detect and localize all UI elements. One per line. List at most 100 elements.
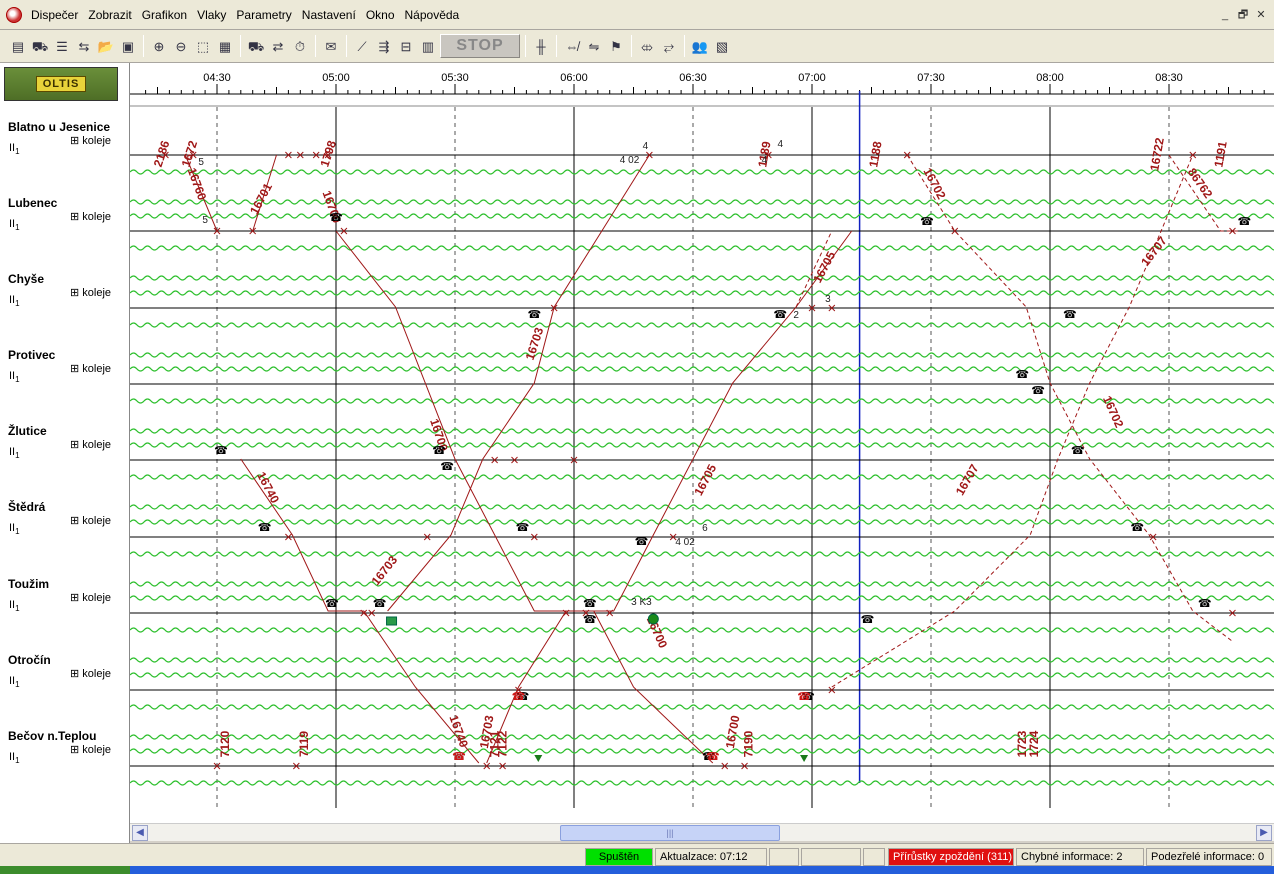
train-graph[interactable]: 04:30 05:00 05:30 06:00 06:30 07:00 07:30 08:00… <box>129 63 1274 823</box>
koleje-toggle[interactable]: ⊞ koleje <box>70 743 111 756</box>
koleje-toggle[interactable]: ⊞ koleje <box>70 210 111 223</box>
train-16702[interactable] <box>906 154 1233 642</box>
train-number-label[interactable]: 7120 <box>218 730 232 757</box>
phone-icon[interactable]: ☎ <box>325 597 339 610</box>
rail-icon[interactable]: ╫ <box>531 35 551 57</box>
train-icon[interactable] <box>386 616 398 626</box>
train-number-label[interactable]: 16702 <box>1100 394 1126 430</box>
menu-okno[interactable]: Okno <box>361 8 400 22</box>
app-icon[interactable] <box>6 6 22 23</box>
koleje-toggle[interactable]: ⊞ koleje <box>70 591 111 604</box>
train-16707[interactable] <box>831 154 1194 688</box>
train-16740[interactable] <box>240 458 480 764</box>
phone-icon[interactable]: ☎ <box>432 444 446 457</box>
locomotive-icon[interactable]: ⇆ <box>74 35 94 57</box>
koleje-toggle[interactable]: ⊞ koleje <box>70 667 111 680</box>
menu-zobrazit[interactable]: Zobrazit <box>83 8 136 22</box>
phone-icon[interactable]: ☎ <box>373 597 387 610</box>
train-number-label[interactable]: 16722 <box>1147 136 1167 172</box>
shift-icon[interactable]: ⤄ <box>637 35 657 57</box>
expand-icon[interactable]: ⊞ <box>70 363 79 375</box>
status-delays[interactable]: Přírůstky zpoždění (311) <box>888 848 1014 866</box>
train-16700[interactable] <box>335 230 714 764</box>
menu-napoveda[interactable]: Nápověda <box>400 8 465 22</box>
report-icon[interactable]: ▧ <box>712 35 732 57</box>
phone-icon[interactable]: ☎ <box>635 535 649 548</box>
train-number-label[interactable]: 1188 <box>866 140 884 168</box>
expand-icon[interactable]: ⊞ <box>70 135 79 147</box>
expand-icon[interactable]: ⊞ <box>70 744 79 756</box>
phone-icon[interactable]: ☎ <box>527 308 541 321</box>
phone-icon[interactable]: ☎ <box>861 613 875 626</box>
train-number-label[interactable]: 7190 <box>742 730 756 757</box>
koleje-label[interactable]: koleje <box>82 135 111 147</box>
train-graph-svg[interactable]: 04:30 05:00 05:30 06:00 06:30 07:00 07:30 08:00… <box>129 63 1274 823</box>
expand-icon[interactable]: ⊞ <box>70 515 79 527</box>
save-icon[interactable]: ▣ <box>118 35 138 57</box>
mail-icon[interactable]: ✉ <box>321 35 341 57</box>
sync-icon[interactable]: ⥂ <box>659 35 679 57</box>
train-number-label[interactable]: 16700 <box>723 714 743 750</box>
trains-conflict-icon[interactable]: ⇎ <box>562 35 582 57</box>
phone-icon[interactable]: ☎ <box>1063 308 1077 321</box>
train-number-label[interactable]: 16707 <box>953 462 982 498</box>
koleje-label[interactable]: koleje <box>82 744 111 756</box>
phone-icon[interactable]: ☎ <box>1238 215 1252 228</box>
scroll-right-button[interactable]: ▶ <box>1256 825 1272 841</box>
train-icon[interactable]: ⛟ <box>30 35 50 57</box>
alert-phone-icon[interactable]: ☎ <box>452 750 466 763</box>
phone-icon[interactable]: ☎ <box>1130 521 1144 534</box>
train-number-label[interactable]: 16740 <box>446 713 471 749</box>
menu-dispecer[interactable]: Dispečer <box>26 8 83 22</box>
timer-icon[interactable]: ⏱ <box>290 35 310 57</box>
train-number-label[interactable]: 16703 <box>523 325 547 361</box>
alert-phone-icon[interactable]: ☎ <box>706 750 720 763</box>
scroll-left-button[interactable]: ◀ <box>132 825 148 841</box>
koleje-label[interactable]: koleje <box>82 211 111 223</box>
train-status-dot[interactable] <box>647 613 659 625</box>
grid-icon[interactable]: ▦ <box>215 35 235 57</box>
train-route-icon[interactable]: ⇄ <box>268 35 288 57</box>
dispatcher-icon[interactable]: ▤ <box>8 35 28 57</box>
train-number-label[interactable]: 16707 <box>1138 234 1170 269</box>
train-number-label[interactable]: 86762 <box>1185 165 1216 201</box>
koleje-label[interactable]: koleje <box>82 439 111 451</box>
menu-nastaveni[interactable]: Nastavení <box>297 8 361 22</box>
add-train-icon[interactable]: ⛟ <box>246 35 266 57</box>
green-marker-icon[interactable] <box>534 755 543 762</box>
menu-grafikon[interactable]: Grafikon <box>137 8 192 22</box>
expand-icon[interactable]: ⊞ <box>70 668 79 680</box>
wagon-icon[interactable]: ⊟ <box>396 35 416 57</box>
phone-icon[interactable]: ☎ <box>773 308 787 321</box>
phone-icon[interactable]: ☎ <box>1031 384 1045 397</box>
koleje-label[interactable]: koleje <box>82 515 111 527</box>
green-marker-icon[interactable] <box>800 755 809 762</box>
train-number-label[interactable]: 16740 <box>254 470 282 506</box>
train-number-label[interactable]: 2186 <box>151 139 173 169</box>
koleje-label[interactable]: koleje <box>82 668 111 680</box>
koleje-toggle[interactable]: ⊞ koleje <box>70 286 111 299</box>
koleje-label[interactable]: koleje <box>82 592 111 604</box>
phone-icon[interactable]: ☎ <box>583 613 597 626</box>
status-errors[interactable]: Chybné informace: 2 <box>1016 848 1144 866</box>
phone-icon[interactable]: ☎ <box>920 215 934 228</box>
expand-icon[interactable]: ⊞ <box>70 592 79 604</box>
train-number-label[interactable]: 16705 <box>691 462 719 498</box>
phone-icon[interactable]: ☎ <box>516 521 530 534</box>
koleje-toggle[interactable]: ⊞ koleje <box>70 134 111 147</box>
train-number-label[interactable]: 16702 <box>921 166 949 202</box>
train-list-icon[interactable]: ☰ <box>52 35 72 57</box>
train-number-label[interactable]: 16701 <box>247 180 275 216</box>
train-set-icon[interactable]: ⇶ <box>374 35 394 57</box>
phone-icon[interactable]: ☎ <box>329 211 343 224</box>
expand-icon[interactable]: ⊞ <box>70 211 79 223</box>
open-icon[interactable]: 📂 <box>96 35 116 57</box>
train-number-label[interactable]: 1724 <box>1027 730 1041 757</box>
calculator-icon[interactable]: ▥ <box>418 35 438 57</box>
signal-icon[interactable]: ⚑ <box>606 35 626 57</box>
koleje-toggle[interactable]: ⊞ koleje <box>70 438 111 451</box>
select-area-icon[interactable]: ⬚ <box>193 35 213 57</box>
trains-swap-icon[interactable]: ⇋ <box>584 35 604 57</box>
train-number-label[interactable]: 1672 <box>179 139 201 169</box>
alert-phone-icon[interactable]: ☎ <box>512 690 526 703</box>
